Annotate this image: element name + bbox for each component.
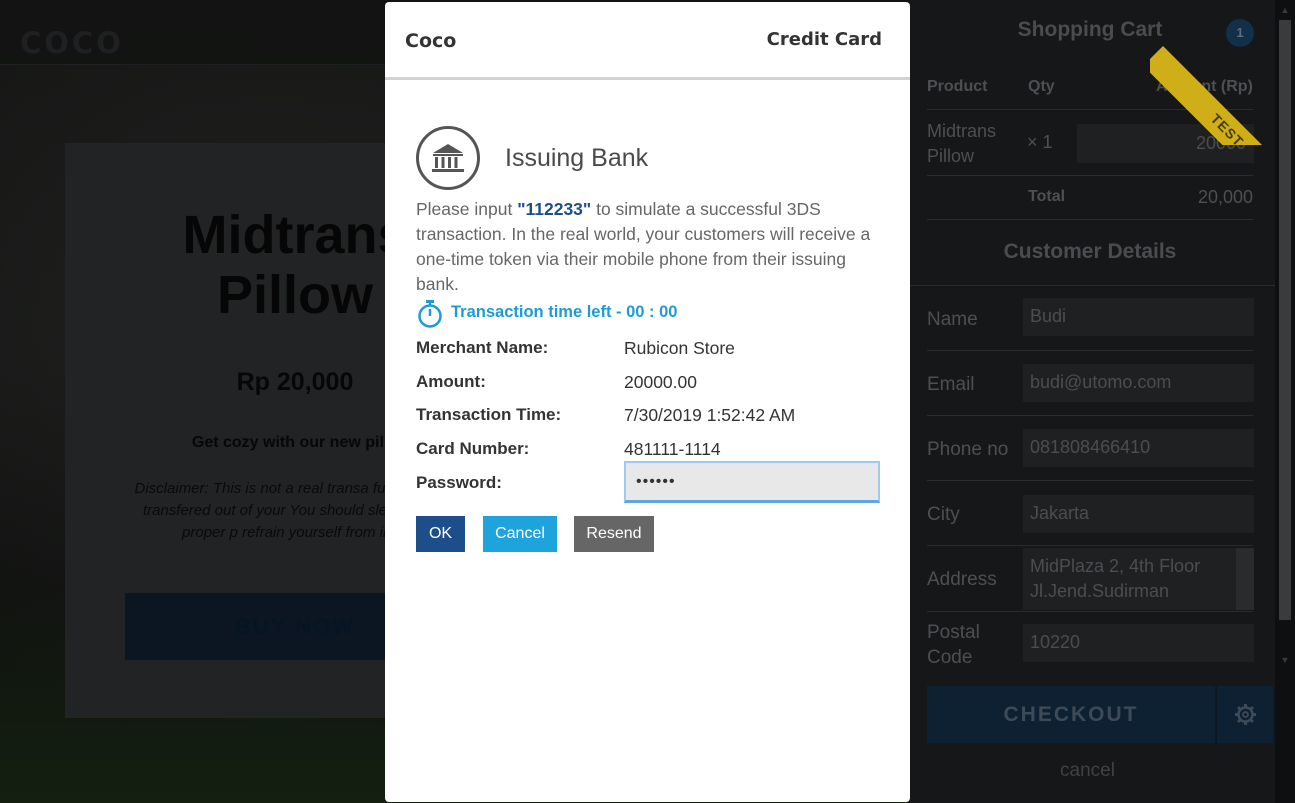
modal-header: Coco Credit Card xyxy=(385,2,910,80)
email-label: Email xyxy=(927,374,975,395)
phone-field[interactable]: 081808466410 xyxy=(1023,429,1254,467)
bank-icon xyxy=(432,144,464,172)
cancel-button[interactable]: Cancel xyxy=(483,516,557,552)
store-logo: COCO xyxy=(20,26,124,60)
name-row: Name Budi xyxy=(927,286,1254,351)
phone-row: Phone no 081808466410 xyxy=(927,416,1254,481)
item-qty: × 1 xyxy=(1027,132,1053,152)
amount-value: 20000.00 xyxy=(624,372,697,392)
gear-icon xyxy=(1235,704,1256,725)
email-field[interactable]: budi@utomo.com xyxy=(1023,364,1254,402)
ok-button[interactable]: OK xyxy=(416,516,465,552)
merchant-name-value: Rubicon Store xyxy=(624,338,735,358)
qty-header: Qty xyxy=(1028,78,1055,95)
scrollbar-thumb[interactable] xyxy=(1279,20,1291,620)
product-header: Product xyxy=(927,78,988,95)
payment-method: Credit Card xyxy=(766,29,882,50)
password-input[interactable] xyxy=(624,461,880,503)
customer-details-title: Customer Details xyxy=(1003,240,1177,263)
otp-code: "112233" xyxy=(517,199,592,219)
city-row: City Jakarta xyxy=(927,481,1254,546)
textarea-scrollbar[interactable] xyxy=(1236,548,1254,610)
transaction-time-left: Transaction time left - 00 : 00 xyxy=(451,303,678,321)
bank-logo xyxy=(416,126,480,190)
cart-total-row: Total 20,000 xyxy=(927,176,1253,220)
city-field[interactable]: Jakarta xyxy=(1023,495,1254,533)
address-textarea[interactable]: MidPlaza 2, 4th Floor Jl.Jend.Sudirman xyxy=(1023,548,1254,610)
issuing-bank-title: Issuing Bank xyxy=(505,144,649,172)
city-label: City xyxy=(927,504,960,525)
test-ribbon: TEST xyxy=(1150,0,1295,145)
password-label: Password: xyxy=(416,473,502,492)
postal-row: Postal Code 10220 xyxy=(927,612,1254,676)
phone-label: Phone no xyxy=(927,439,1009,460)
merchant-name-label: Merchant Name: xyxy=(416,338,549,357)
cart-cancel-link[interactable]: cancel xyxy=(1060,760,1115,782)
name-label: Name xyxy=(927,309,978,330)
checkout-button[interactable]: CHECKOUT xyxy=(927,686,1215,743)
name-field[interactable]: Budi xyxy=(1023,298,1254,336)
card-number-label: Card Number: xyxy=(416,439,530,458)
email-row: Email budi@utomo.com xyxy=(927,351,1254,416)
page-scrollbar[interactable]: ▲ ▼ xyxy=(1275,0,1295,803)
address-row: Address MidPlaza 2, 4th Floor Jl.Jend.Su… xyxy=(927,546,1254,612)
instruction-text: Please input "112233" to simulate a succ… xyxy=(416,199,871,294)
postal-label: Postal Code xyxy=(927,622,980,668)
transaction-time-label: Transaction Time: xyxy=(416,405,562,424)
card-number-value: 481111-1114 xyxy=(624,439,721,459)
3ds-modal: Coco Credit Card Issuing Bank Please inp… xyxy=(385,2,910,802)
stopwatch-icon xyxy=(418,300,442,328)
scroll-up-icon[interactable]: ▲ xyxy=(1279,4,1291,16)
total-value: 20,000 xyxy=(1197,187,1253,207)
scroll-down-icon[interactable]: ▼ xyxy=(1279,654,1291,666)
settings-button[interactable] xyxy=(1216,686,1273,743)
resend-button[interactable]: Resend xyxy=(574,516,654,552)
total-label: Total xyxy=(1028,188,1066,205)
item-name: Midtrans Pillow xyxy=(927,121,997,166)
amount-label: Amount: xyxy=(416,372,486,391)
address-label: Address xyxy=(927,569,997,590)
postal-code-field[interactable]: 10220 xyxy=(1023,624,1254,662)
merchant-brand: Coco xyxy=(405,30,457,52)
transaction-time-value: 7/30/2019 1:52:42 AM xyxy=(624,405,796,425)
